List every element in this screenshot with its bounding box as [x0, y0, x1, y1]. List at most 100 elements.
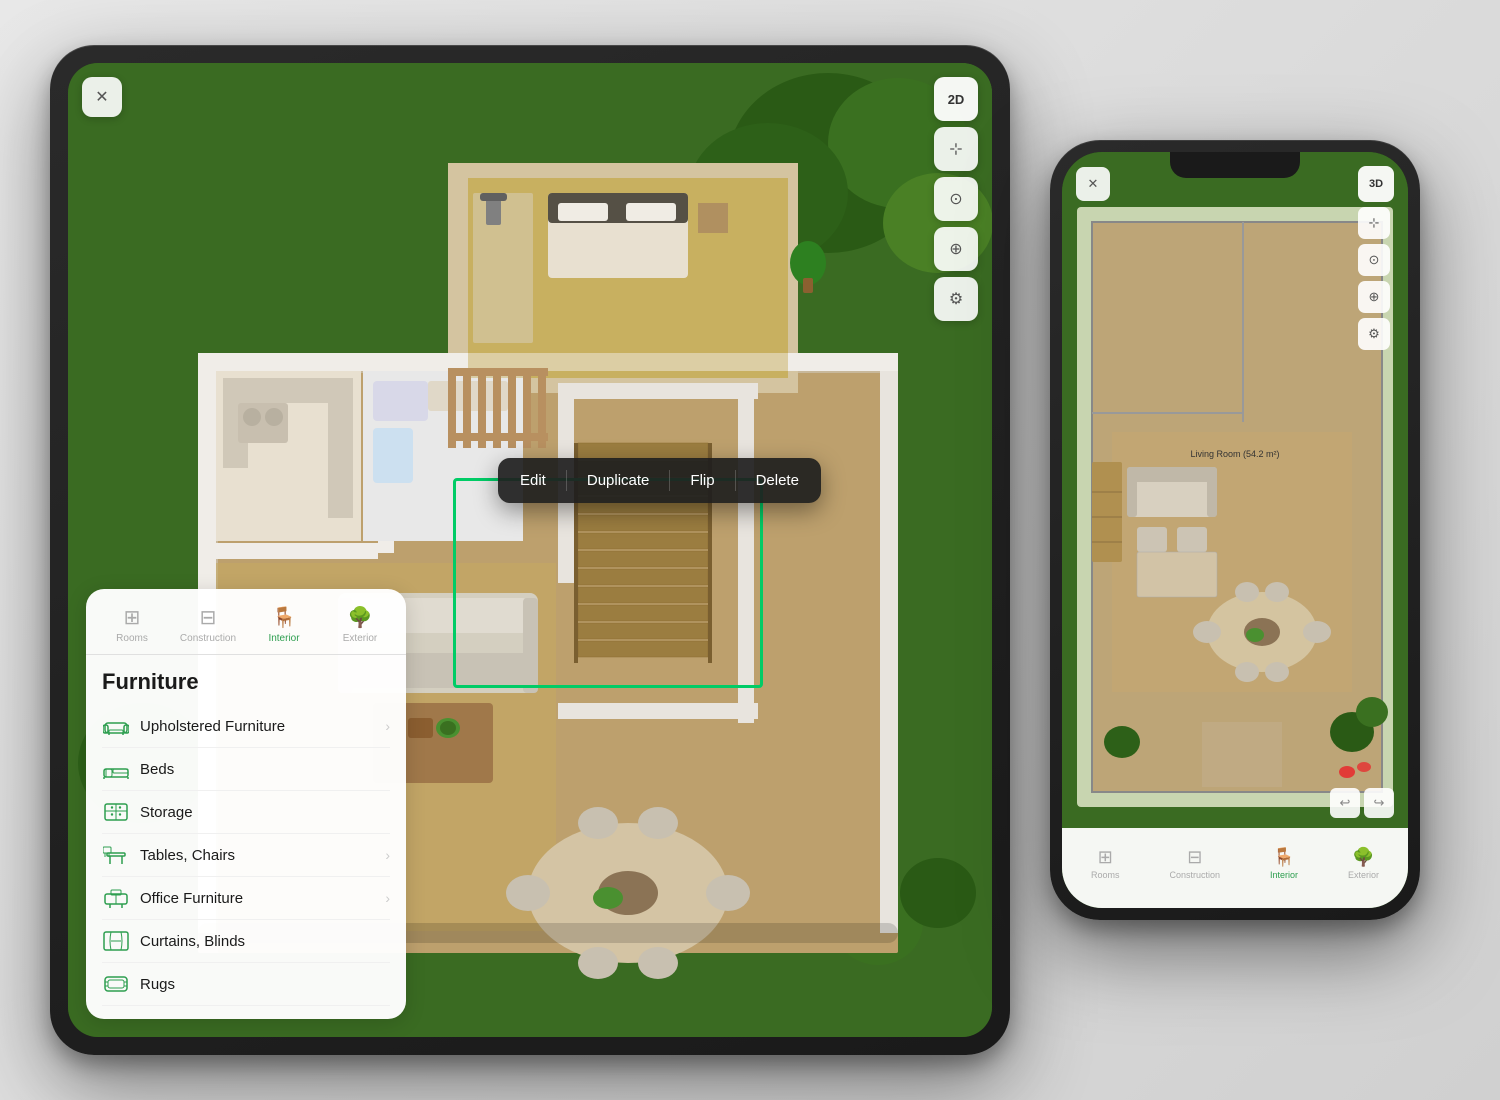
expand-icon: ⊹ [949, 139, 962, 159]
tablet-camera-button[interactable]: ⊙ [934, 177, 978, 221]
sidebar-panel: ⊞ Rooms ⊟ Construction 🪑 Interior 🌳 Exte… [86, 589, 406, 1019]
interior-icon: 🪑 [272, 605, 297, 630]
office-icon [102, 887, 130, 909]
furniture-item-kitchen-left: Kitchen [102, 1016, 190, 1019]
furniture-item-curtains-left: Curtains, Blinds [102, 930, 245, 952]
furniture-item-rugs[interactable]: Rugs › [102, 963, 390, 1006]
phone-tab-construction[interactable]: ⊟ Construction [1169, 847, 1220, 880]
furniture-item-upholstered[interactable]: Upholstered Furniture › [102, 705, 390, 748]
kitchen-label: Kitchen [140, 1019, 190, 1020]
furniture-item-tables-chairs[interactable]: Tables, Chairs › [102, 834, 390, 877]
sidebar-tab-rooms-label: Rooms [116, 633, 148, 644]
construction-icon: ⊟ [200, 605, 217, 630]
close-icon: ✕ [95, 87, 108, 107]
furniture-item-storage-left: Storage [102, 801, 193, 823]
furniture-item-tables-chairs-left: Tables, Chairs [102, 844, 235, 866]
tablet-screen: Edit Duplicate Flip Delete ✕ 2D ⊹ [68, 63, 992, 1037]
phone-tab-rooms[interactable]: ⊞ Rooms [1091, 847, 1120, 880]
phone-close-icon: ✕ [1088, 176, 1099, 192]
storage-icon [102, 801, 130, 823]
redo-icon: ↪ [1374, 795, 1385, 811]
sidebar-tab-construction-label: Construction [180, 633, 236, 644]
phone-screen: Living Room (54.2 m²) [1062, 152, 1408, 908]
furniture-item-beds[interactable]: Beds › [102, 748, 390, 791]
settings-icon: ⚙ [949, 289, 963, 309]
svg-text:Living Room (54.2 m²): Living Room (54.2 m²) [1190, 449, 1279, 459]
furniture-item-office-left: Office Furniture [102, 887, 243, 909]
office-chevron: › [385, 890, 390, 906]
curtains-icon [102, 930, 130, 952]
tablet-view-mode-badge[interactable]: 2D [934, 77, 978, 121]
context-menu-flip[interactable]: Flip [672, 466, 732, 495]
context-menu-edit[interactable]: Edit [502, 466, 564, 495]
sidebar-tab-construction[interactable]: ⊟ Construction [170, 601, 246, 648]
sidebar-tab-exterior-label: Exterior [343, 633, 377, 644]
phone-tab-construction-label: Construction [1169, 870, 1220, 880]
tablet-settings-button[interactable]: ⚙ [934, 277, 978, 321]
furniture-item-beds-left: Beds [102, 758, 174, 780]
phone-close-button[interactable]: ✕ [1076, 167, 1110, 201]
sidebar-tab-rooms[interactable]: ⊞ Rooms [94, 601, 170, 648]
tables-chairs-icon [102, 844, 130, 866]
upholstered-icon [102, 715, 130, 737]
tablet-top-right-controls: 2D ⊹ ⊙ ⊕ ⚙ [934, 77, 978, 321]
rooms-icon: ⊞ [124, 605, 141, 630]
tables-chairs-label: Tables, Chairs [140, 847, 235, 864]
context-menu: Edit Duplicate Flip Delete [498, 458, 821, 503]
context-menu-delete[interactable]: Delete [738, 466, 817, 495]
phone-undo-button[interactable]: ↩ [1330, 788, 1360, 818]
phone-redo-button[interactable]: ↪ [1364, 788, 1394, 818]
phone-right-icons: ⊹ ⊙ ⊕ ⚙ [1358, 166, 1394, 350]
furniture-item-rugs-left: Rugs [102, 973, 175, 995]
phone-settings-button[interactable]: ⚙ [1358, 318, 1390, 350]
furniture-item-kitchen[interactable]: Kitchen › [102, 1006, 390, 1019]
beds-label: Beds [140, 761, 174, 778]
tablet-layers-button[interactable]: ⊕ [934, 227, 978, 271]
phone-layers-button[interactable]: ⊕ [1358, 281, 1390, 313]
phone-tab-exterior-label: Exterior [1348, 870, 1379, 880]
phone-expand-icon: ⊹ [1369, 215, 1380, 231]
phone-exterior-icon: 🌳 [1352, 847, 1374, 868]
upholstered-label: Upholstered Furniture [140, 718, 285, 735]
exterior-icon: 🌳 [348, 605, 373, 630]
upholstered-chevron: › [385, 718, 390, 734]
curtains-label: Curtains, Blinds [140, 933, 245, 950]
camera-icon: ⊙ [949, 189, 962, 209]
storage-label: Storage [140, 804, 193, 821]
kitchen-icon [102, 1016, 130, 1019]
phone-notch [1170, 152, 1300, 178]
phone-interior-icon: 🪑 [1273, 847, 1295, 868]
furniture-item-curtains[interactable]: Curtains, Blinds › [102, 920, 390, 963]
phone-camera-button[interactable]: ⊙ [1358, 244, 1390, 276]
phone-bottom-tabs: ⊞ Rooms ⊟ Construction 🪑 Interior 🌳 Exte… [1062, 828, 1408, 908]
layers-icon: ⊕ [949, 239, 962, 259]
beds-icon [102, 758, 130, 780]
sidebar-content: Furniture [86, 655, 406, 1019]
undo-icon: ↩ [1340, 795, 1351, 811]
tablet-expand-button[interactable]: ⊹ [934, 127, 978, 171]
phone-layers-icon: ⊕ [1369, 289, 1380, 305]
tablet-device: Edit Duplicate Flip Delete ✕ 2D ⊹ [50, 45, 1010, 1055]
tablet-close-button[interactable]: ✕ [82, 77, 122, 117]
phone-camera-icon: ⊙ [1369, 252, 1380, 268]
sidebar-tab-exterior[interactable]: 🌳 Exterior [322, 601, 398, 648]
sidebar-tab-interior-label: Interior [268, 633, 299, 644]
phone-expand-button[interactable]: ⊹ [1358, 207, 1390, 239]
rugs-label: Rugs [140, 976, 175, 993]
phone-device: Living Room (54.2 m²) [1050, 140, 1420, 920]
phone-rooms-icon: ⊞ [1098, 847, 1113, 868]
furniture-item-office[interactable]: Office Furniture › [102, 877, 390, 920]
sidebar-tab-interior[interactable]: 🪑 Interior [246, 601, 322, 648]
office-label: Office Furniture [140, 890, 243, 907]
phone-settings-icon: ⚙ [1368, 326, 1380, 342]
furniture-item-upholstered-left: Upholstered Furniture [102, 715, 285, 737]
sidebar-tabs: ⊞ Rooms ⊟ Construction 🪑 Interior 🌳 Exte… [86, 589, 406, 655]
phone-tab-exterior[interactable]: 🌳 Exterior [1348, 847, 1379, 880]
phone-tab-rooms-label: Rooms [1091, 870, 1120, 880]
furniture-item-storage[interactable]: Storage › [102, 791, 390, 834]
phone-undo-redo: ↩ ↪ [1330, 788, 1394, 818]
context-menu-duplicate[interactable]: Duplicate [569, 466, 668, 495]
scene: Edit Duplicate Flip Delete ✕ 2D ⊹ [0, 0, 1500, 1100]
phone-tab-interior[interactable]: 🪑 Interior [1270, 847, 1298, 880]
furniture-section-title: Furniture [102, 669, 390, 695]
